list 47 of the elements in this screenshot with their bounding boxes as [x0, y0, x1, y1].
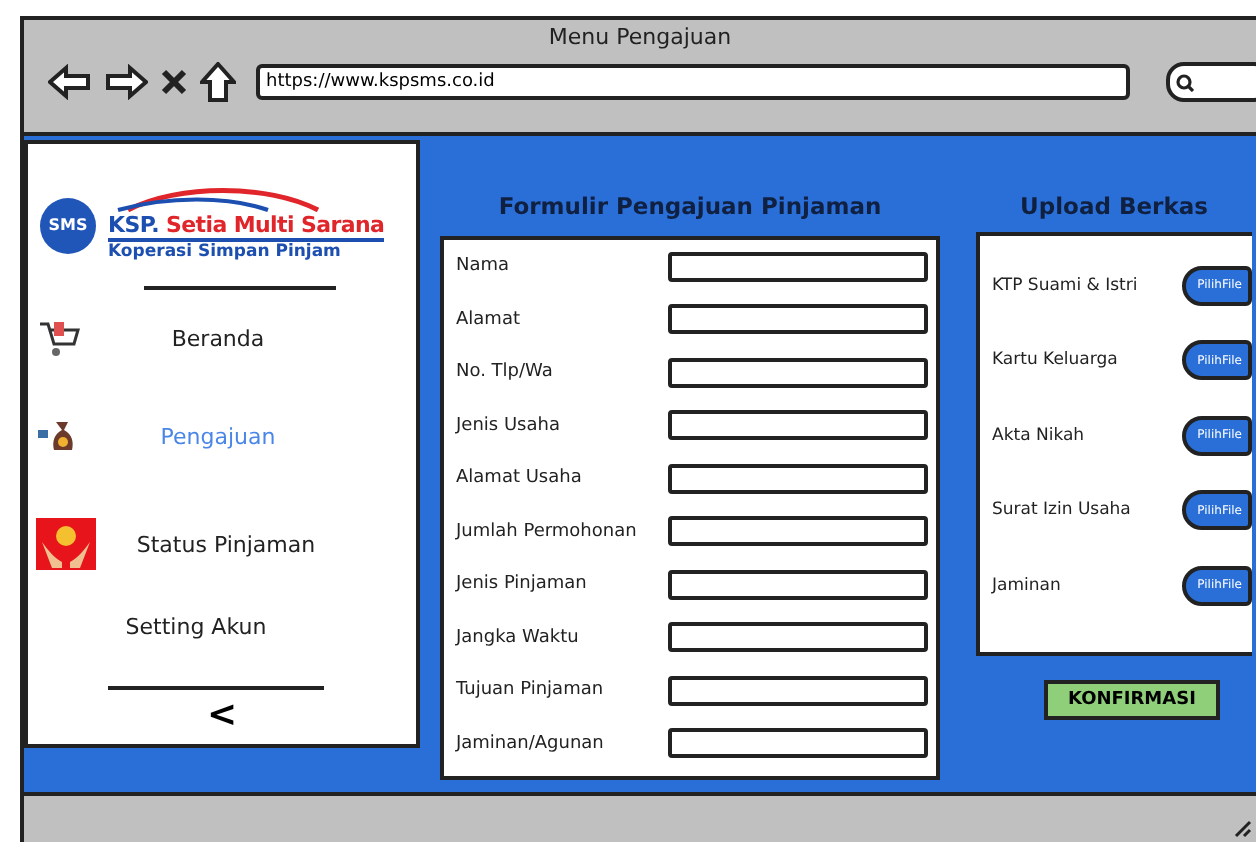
back-icon[interactable] [48, 64, 92, 100]
confirm-button[interactable]: KONFIRMASI [1044, 680, 1220, 720]
input-field[interactable] [668, 622, 928, 653]
field-label: Nama [456, 256, 512, 277]
file-label: Jaminan [992, 575, 1061, 596]
search-field[interactable] [1166, 62, 1256, 102]
input-field[interactable] [668, 304, 928, 335]
logo-tagline: Koperasi Simpan Pinjam [108, 238, 385, 262]
sidebar-item[interactable]: Status Pinjaman [28, 494, 416, 594]
logo-name: KSP. Setia Multi Sarana [108, 212, 385, 238]
field-label: Tujuan Pinjaman [456, 680, 606, 701]
sidebar-item[interactable]: Beranda [28, 298, 416, 378]
input-field[interactable] [668, 410, 928, 441]
field-label: No. Tlp/Wa [456, 362, 555, 383]
file-label: Surat Izin Usaha [992, 500, 1131, 521]
resize-grip-icon[interactable] [1232, 818, 1252, 838]
file-label: KTP Suami & Istri [992, 275, 1138, 296]
field-label: Jumlah Permohonan [456, 521, 639, 542]
search-icon [1176, 73, 1194, 91]
shopping-cart-icon [36, 316, 80, 360]
window-title: Menu Pengajuan [548, 24, 732, 50]
input-field[interactable] [668, 675, 928, 706]
sidebar-item[interactable]: Setting Akun [28, 594, 416, 658]
sidebar-item[interactable]: Pengajuan [28, 378, 416, 494]
input-field[interactable] [668, 569, 928, 600]
field-label: Alamat Usaha [456, 468, 584, 489]
form-title: Formulir Pengajuan Pinjaman [496, 190, 884, 224]
file-label: Akta Nikah [992, 425, 1085, 446]
hands-coin-icon [36, 518, 96, 570]
collapse-button[interactable]: < [28, 694, 416, 736]
forward-icon[interactable] [104, 64, 148, 100]
field-label: Jaminan/Agunan [456, 733, 606, 754]
input-field[interactable] [668, 728, 928, 759]
input-field[interactable] [668, 463, 928, 494]
field-label: Jenis Pinjaman [456, 574, 589, 595]
field-label: Jenis Usaha [456, 415, 562, 436]
close-icon[interactable] [160, 68, 188, 96]
logo-badge: SMS [40, 197, 96, 253]
upload-title: Upload Berkas [1018, 190, 1210, 224]
input-field[interactable] [668, 251, 928, 282]
input-field[interactable] [668, 516, 928, 547]
input-field[interactable] [668, 357, 928, 388]
field-label: Jangka Waktu [456, 627, 581, 648]
url-field[interactable]: https://www.kspsms.co.id [256, 64, 1130, 100]
file-label: Kartu Keluarga [992, 350, 1118, 371]
field-label: Alamat [456, 309, 522, 330]
home-icon[interactable] [200, 62, 236, 102]
